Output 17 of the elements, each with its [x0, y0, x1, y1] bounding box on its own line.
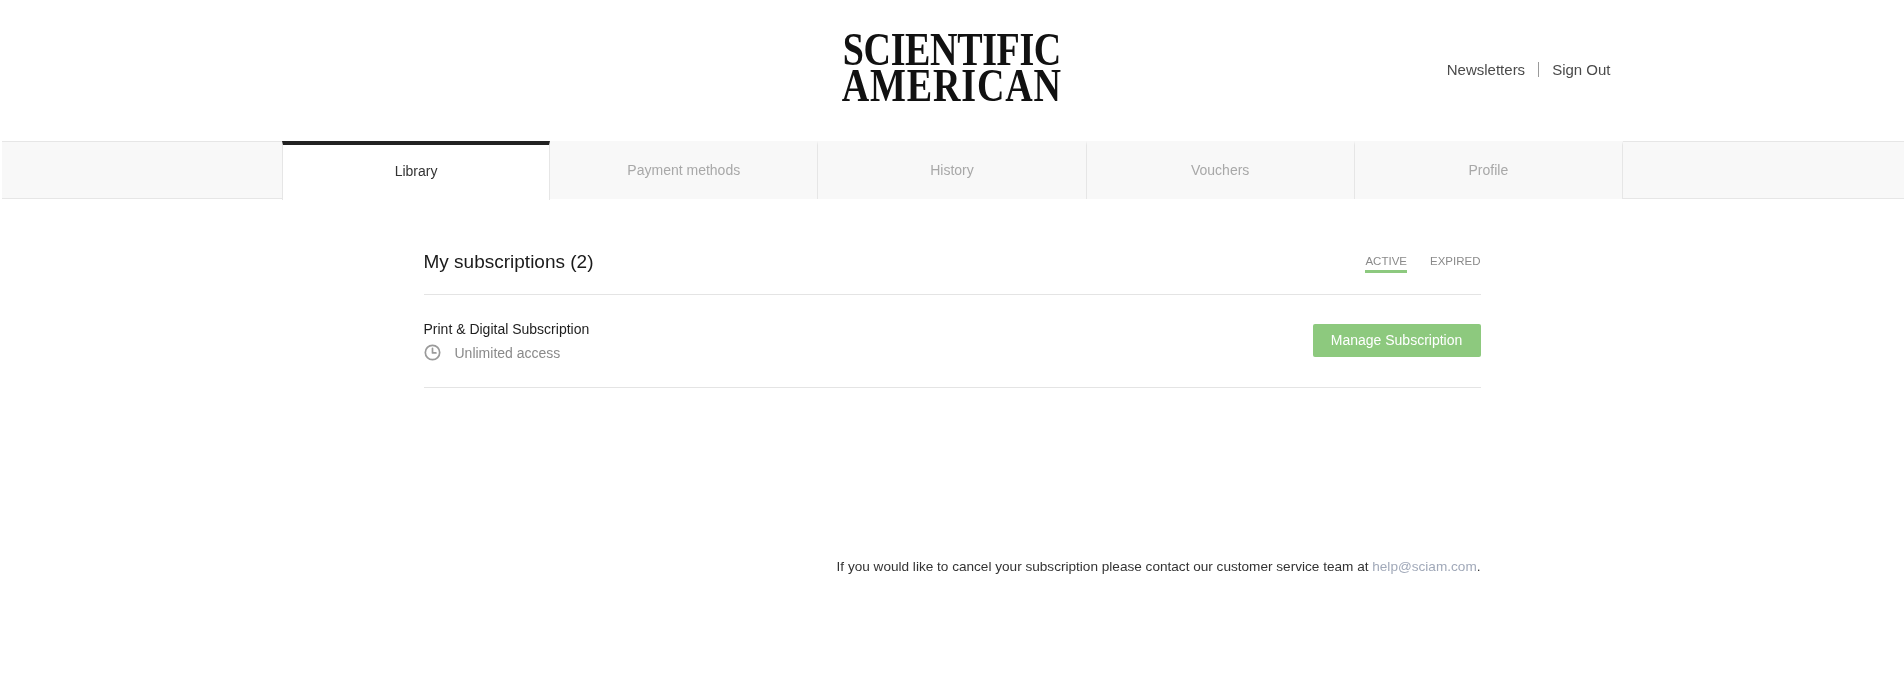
manage-subscription-button[interactable]: Manage Subscription: [1312, 323, 1481, 357]
section-title: My subscriptions (2): [423, 250, 594, 273]
tab[interactable]: History: [818, 141, 1087, 199]
logo[interactable]: SCIENTIFIC AMERICAN: [841, 31, 1063, 105]
access-label: Unlimited access: [454, 344, 561, 361]
header-link[interactable]: Newsletters: [1446, 61, 1526, 78]
filter-tab[interactable]: EXPIRED: [1430, 255, 1481, 273]
tab[interactable]: Vouchers: [1086, 141, 1355, 199]
email-link[interactable]: help@sciam.com: [1372, 559, 1477, 574]
filter-tab[interactable]: ACTIVE: [1365, 255, 1407, 273]
clock-icon: [423, 344, 441, 361]
tab[interactable]: Library: [282, 141, 551, 200]
tab[interactable]: Payment methods: [550, 141, 819, 199]
subscription-name: Print & Digital Subscription: [423, 321, 590, 337]
footer-note: If you would like to cancel your subscription please contact our customer service team at help@sciam.com.: [835, 559, 1481, 574]
tab[interactable]: Profile: [1354, 141, 1623, 199]
header-link[interactable]: Sign Out: [1552, 61, 1611, 78]
